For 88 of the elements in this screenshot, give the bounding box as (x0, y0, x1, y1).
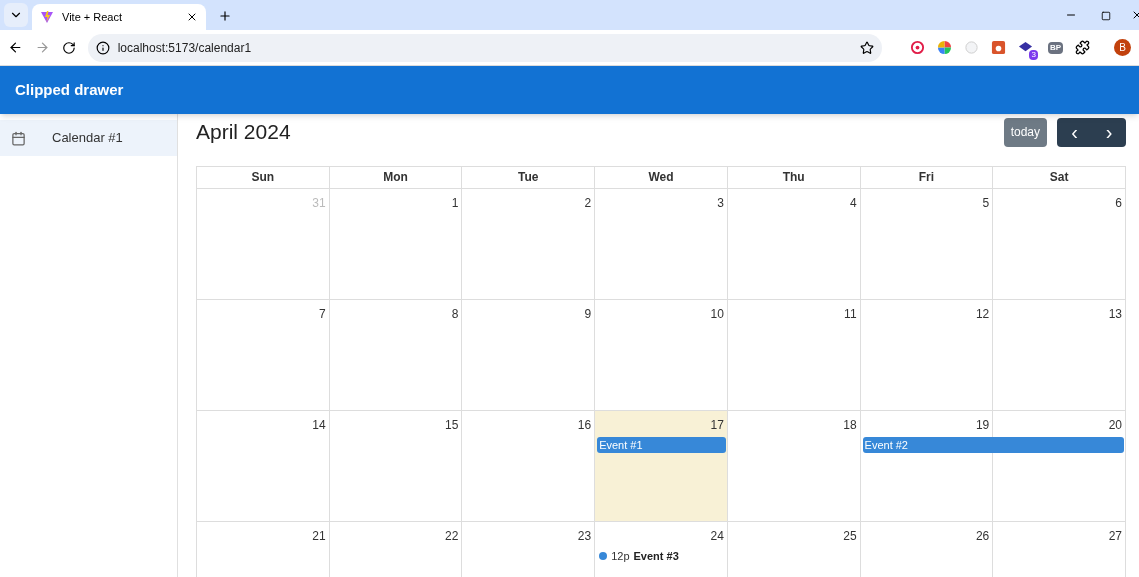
profile-avatar[interactable]: B (1114, 39, 1131, 56)
day-number: 24 (710, 528, 724, 541)
day-cell[interactable]: 9 (462, 300, 596, 411)
bookmark-star-icon[interactable] (859, 40, 874, 55)
day-number: 8 (451, 306, 459, 319)
day-number: 23 (577, 528, 592, 541)
day-cell[interactable]: 11 (727, 300, 861, 411)
event-title[interactable]: Event #3 (633, 548, 679, 564)
weekday-header: Tue (462, 167, 596, 189)
day-number: 31 (312, 195, 326, 208)
reload-icon[interactable] (61, 40, 76, 55)
event-time: 12p (611, 549, 630, 564)
day-number: 19 (975, 417, 990, 430)
day-cell[interactable]: 8 (329, 300, 463, 411)
day-cell[interactable]: 26 (860, 522, 994, 577)
tab-title: Vite + React (62, 9, 124, 25)
day-cell[interactable]: 21 (197, 522, 330, 577)
day-number: 17 (710, 417, 724, 430)
extensions-icon[interactable] (1075, 40, 1090, 55)
day-cell[interactable]: 6 (993, 189, 1126, 300)
weekday-header: Thu (727, 167, 861, 189)
next-button[interactable]: › (1092, 117, 1126, 147)
day-number: 14 (312, 417, 326, 430)
day-cell[interactable]: 12 (860, 300, 994, 411)
day-number: 3 (717, 195, 724, 208)
target-icon[interactable] (909, 40, 925, 55)
weekday-header: Mon (329, 167, 463, 189)
day-cell[interactable]: 1 (329, 189, 463, 300)
day-number: 16 (577, 417, 592, 430)
day-number: 18 (843, 417, 857, 430)
day-number: 15 (445, 417, 459, 430)
day-cell[interactable]: 4 (727, 189, 861, 300)
day-number: 5 (982, 195, 990, 208)
day-cell[interactable]: 22 (329, 522, 463, 577)
extension-badge: 3 (1029, 49, 1038, 60)
lightning-logo-icon (40, 10, 54, 24)
close-icon[interactable] (186, 11, 198, 23)
day-number: 11 (844, 306, 857, 319)
day-number: 20 (1108, 417, 1122, 430)
restore-icon[interactable] (1101, 11, 1111, 21)
day-cell[interactable]: 27 (993, 522, 1126, 577)
day-cell[interactable]: 18 (727, 411, 861, 522)
day-cell[interactable]: 14 (197, 411, 330, 522)
today-button[interactable]: today (1003, 117, 1047, 147)
day-number: 13 (1108, 306, 1122, 319)
day-cell[interactable]: 25 (727, 522, 861, 577)
day-cell[interactable]: 13 (993, 300, 1126, 411)
browser-tab[interactable]: Vite + React (32, 4, 206, 30)
day-cell[interactable]: 2 (462, 189, 596, 300)
day-number: 10 (710, 306, 724, 319)
day-number: 27 (1108, 528, 1122, 541)
new-tab-icon[interactable] (218, 9, 232, 23)
weekday-header: Fri (860, 167, 994, 189)
day-number: 26 (975, 528, 990, 541)
back-icon[interactable] (8, 40, 23, 55)
sidebar-item[interactable]: Calendar #1 (0, 120, 177, 156)
day-number: 25 (843, 528, 857, 541)
day-number: 6 (1115, 195, 1122, 208)
info-icon[interactable] (95, 40, 110, 55)
weekday-header: Wed (595, 167, 728, 189)
day-number: 4 (849, 195, 857, 208)
day-number: 22 (445, 528, 459, 541)
tab-list-button[interactable] (4, 3, 28, 27)
day-cell[interactable]: 23 (462, 522, 596, 577)
calendar-icon (11, 130, 26, 146)
prev-button[interactable]: ‹ (1057, 117, 1092, 147)
day-cell[interactable]: 7 (197, 300, 330, 411)
day-number: 2 (584, 195, 592, 208)
weekday-header: Sun (197, 167, 330, 189)
month-title: April 2024 (196, 119, 291, 146)
address-bar[interactable]: localhost:5173/calendar1 (87, 33, 882, 62)
weekday-header: Sat (993, 167, 1126, 189)
day-cell[interactable]: 3 (595, 189, 728, 300)
sidebar-label: Calendar #1 (52, 129, 123, 148)
event-bar[interactable]: Event #1 (597, 437, 726, 453)
url-text: localhost:5173/calendar1 (117, 39, 253, 57)
color-wheel-icon[interactable] (936, 40, 952, 55)
forward-icon[interactable] (34, 40, 50, 55)
day-number: 1 (451, 195, 459, 208)
event-bar[interactable]: Event #2 (862, 437, 1124, 453)
day-number: 12 (975, 306, 990, 319)
day-number: 21 (312, 528, 326, 541)
day-cell[interactable]: 15 (329, 411, 463, 522)
extension-icon[interactable]: BP (1047, 41, 1063, 54)
day-number: 9 (584, 306, 592, 319)
day-cell[interactable]: 5 (860, 189, 994, 300)
app-title: Clipped drawer (15, 79, 124, 100)
day-number: 7 (319, 306, 326, 319)
